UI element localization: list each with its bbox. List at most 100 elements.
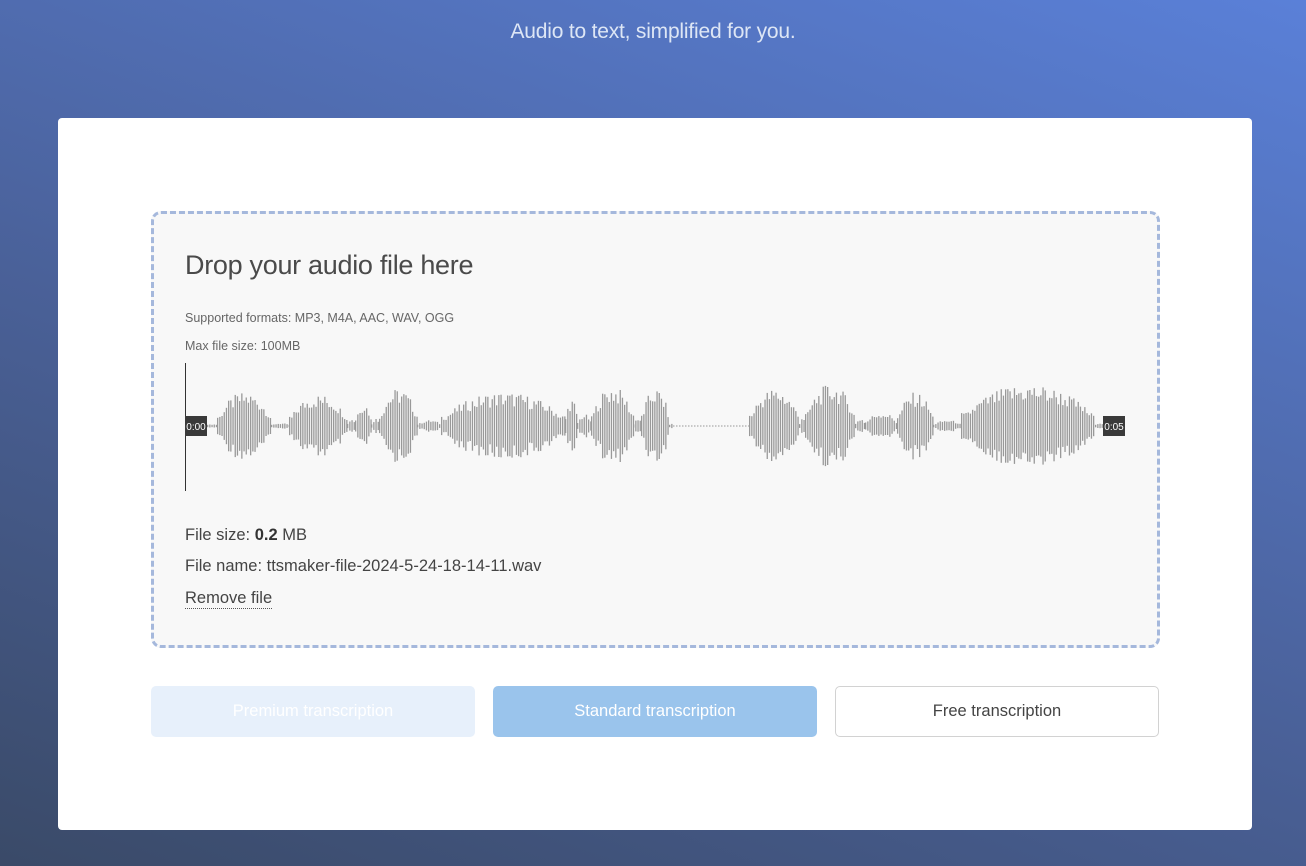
waveform-bar	[937, 422, 939, 430]
standard-transcription-button[interactable]: Standard transcription	[493, 686, 817, 737]
waveform-bar	[827, 387, 829, 465]
waveform-bar	[939, 421, 941, 431]
waveform-bar	[835, 392, 838, 460]
waveform-bar	[903, 402, 905, 450]
waveform-bar	[1016, 395, 1018, 457]
waveform-bar	[414, 416, 416, 436]
waveform-bar	[359, 413, 361, 439]
waveform-bar	[474, 406, 476, 446]
audio-waveform[interactable]: 0:00 0:05	[185, 363, 1125, 493]
waveform-bar	[846, 404, 849, 448]
waveform-bar	[989, 397, 991, 455]
waveform-bar	[526, 396, 529, 456]
waveform-bar	[899, 414, 901, 438]
waveform-bar	[371, 424, 373, 428]
waveform-bar	[656, 391, 658, 461]
waveform-bar	[467, 410, 469, 442]
waveform-bar	[878, 416, 880, 436]
waveform-bar	[295, 412, 297, 440]
waveform-bar	[471, 401, 474, 451]
waveform-bar	[513, 406, 515, 446]
waveform-bar	[838, 404, 840, 448]
waveform-bar	[882, 416, 884, 436]
waveform-bar	[542, 406, 544, 446]
waveform-bar	[553, 415, 555, 437]
waveform-bar	[855, 423, 857, 429]
waveform-bar	[1095, 424, 1097, 428]
waveform-bar	[436, 421, 439, 431]
waveform-bar	[291, 417, 293, 435]
waveform-bar	[577, 423, 579, 429]
audio-dropzone[interactable]: Drop your audio file here Supported form…	[151, 211, 1160, 648]
waveform-bar	[795, 411, 797, 441]
waveform-bar	[518, 395, 520, 457]
waveform-bar	[412, 411, 414, 441]
waveform-bar	[805, 414, 807, 438]
waveform-bar	[1101, 424, 1103, 428]
waveform-bar	[803, 420, 805, 432]
waveform-bar	[1020, 392, 1022, 460]
waveform-bar	[533, 401, 535, 451]
waveform-bar	[355, 420, 357, 432]
premium-transcription-button[interactable]: Premium transcription	[151, 686, 475, 737]
waveform-bar	[799, 424, 801, 428]
waveform-bar	[887, 417, 889, 435]
waveform-bar	[645, 402, 647, 450]
waveform-bar	[1033, 388, 1035, 464]
waveform-bar	[869, 419, 871, 433]
waveform-bar	[1057, 404, 1060, 448]
waveform-bar	[649, 400, 652, 452]
waveform-bar	[284, 423, 286, 429]
waveform-bar	[304, 407, 306, 445]
waveform-bar	[502, 404, 504, 448]
waveform-bar	[998, 400, 1000, 452]
waveform-bar	[275, 424, 277, 428]
waveform-bar	[768, 399, 771, 453]
free-transcription-button[interactable]: Free transcription	[835, 686, 1159, 737]
waveform-bar	[941, 421, 944, 431]
waveform-bar	[265, 416, 267, 436]
waveform-bar	[394, 390, 396, 462]
waveform-bar	[786, 402, 788, 450]
waveform-bar	[994, 402, 996, 450]
waveform-bar	[293, 412, 295, 441]
waveform-bar	[665, 402, 667, 450]
waveform-bar	[824, 385, 827, 467]
waveform-bar	[1024, 398, 1027, 454]
waveform-bar	[491, 399, 493, 453]
waveform-bar	[286, 424, 288, 428]
waveform-bar	[851, 413, 853, 439]
waveform-bar	[893, 420, 895, 432]
waveform-bar	[469, 411, 471, 441]
waveform-bar	[366, 408, 368, 444]
waveform-bar	[421, 423, 423, 429]
waveform-bar	[579, 419, 581, 433]
waveform-bar	[626, 401, 628, 451]
waveform-bar	[1062, 405, 1064, 447]
waveform-bar	[597, 411, 599, 441]
waveform-bar	[311, 407, 313, 445]
waveform-bar	[753, 413, 755, 439]
waveform-bar	[621, 397, 624, 455]
waveform-bar	[1018, 393, 1020, 459]
waveform-bar	[1071, 399, 1073, 453]
waveform-bar	[234, 394, 236, 458]
waveform-bar	[211, 424, 213, 428]
file-size-unit: MB	[277, 526, 307, 544]
waveform-bar	[762, 407, 764, 445]
file-size-value: 0.2	[254, 526, 278, 544]
waveform-bar	[540, 401, 542, 451]
end-time-label: 0:05	[1104, 422, 1124, 433]
waveform-bar	[961, 413, 963, 439]
waveform-bar	[363, 410, 366, 442]
waveform-bar	[1066, 406, 1068, 446]
waveform-bar	[991, 394, 994, 458]
waveform-bar	[247, 402, 250, 450]
waveform-bar	[239, 401, 241, 451]
waveform-bar	[793, 407, 795, 445]
waveform-bar	[489, 407, 491, 445]
waveform-bar	[831, 399, 833, 453]
waveform-bar	[1090, 413, 1093, 439]
waveform-bar	[487, 396, 489, 456]
remove-file-link[interactable]: Remove file	[185, 588, 273, 609]
